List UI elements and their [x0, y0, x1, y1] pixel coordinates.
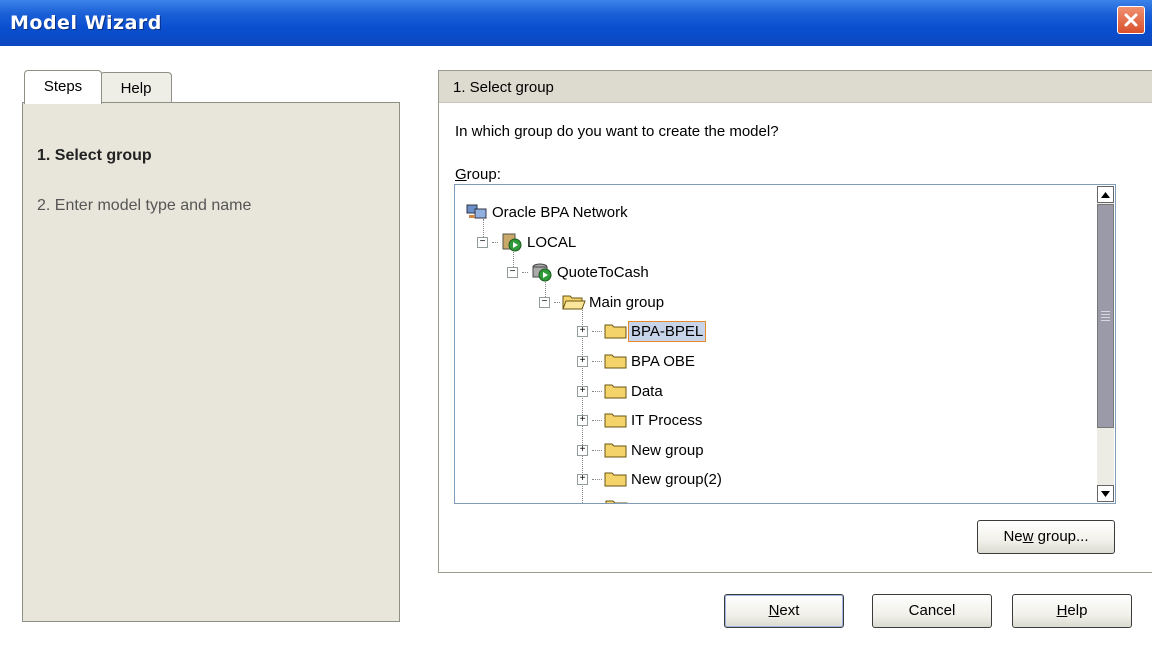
- arrow-down-icon: [1101, 490, 1110, 497]
- cancel-button[interactable]: Cancel: [872, 594, 992, 628]
- tree-node-bpa-obe[interactable]: + BPA OBE: [577, 348, 695, 374]
- tab-steps-label: Steps: [43, 78, 83, 95]
- tree-scrollbar[interactable]: [1097, 186, 1114, 502]
- tree-node-label: Main group: [589, 293, 665, 311]
- tree-node-label: LOCAL: [527, 233, 577, 251]
- tree-node-new-group-2[interactable]: + New group(2): [577, 466, 722, 492]
- tree-node-label: BPA-BPEL: [628, 320, 707, 342]
- folder-icon: [604, 440, 628, 460]
- tree-node-label: QuoteToCash: [557, 263, 649, 281]
- step-select-group: 1. Select group: [37, 147, 152, 164]
- folder-icon: [604, 381, 628, 401]
- expand-icon[interactable]: +: [577, 355, 588, 367]
- question-text: In which group do you want to create the…: [455, 123, 779, 140]
- tree-node-label: Data: [631, 382, 663, 400]
- tree-node-label: BPA OBE: [631, 352, 695, 370]
- scroll-up-button[interactable]: [1097, 186, 1114, 203]
- tree-node-quotetocash[interactable]: − QuoteToCash: [507, 259, 649, 285]
- expand-icon[interactable]: +: [577, 414, 588, 426]
- title-bar: Model Wizard: [0, 0, 1152, 46]
- close-icon: [1124, 13, 1138, 27]
- tab-help[interactable]: Help: [100, 72, 172, 103]
- folder-icon: [604, 321, 628, 341]
- main-header-title: 1. Select group: [453, 79, 554, 96]
- open-folder-icon: [562, 292, 586, 312]
- scroll-down-button[interactable]: [1097, 485, 1114, 502]
- tree-node-label: New group: [631, 441, 704, 459]
- scroll-thumb[interactable]: [1097, 204, 1114, 428]
- main-header: 1. Select group: [439, 71, 1152, 103]
- folder-icon: [604, 410, 628, 430]
- group-label: Group:: [455, 166, 501, 183]
- folder-icon: [604, 351, 628, 371]
- arrow-up-icon: [1101, 191, 1110, 198]
- help-button[interactable]: Help: [1012, 594, 1132, 628]
- tree-node-network[interactable]: Oracle BPA Network: [465, 199, 628, 225]
- tree-node-it-process[interactable]: + IT Process: [577, 407, 702, 433]
- steps-panel: 1. Select group 2. Enter model type and …: [22, 102, 400, 622]
- next-button[interactable]: Next: [724, 594, 844, 628]
- expand-icon[interactable]: +: [577, 444, 588, 456]
- tree-node-new-group[interactable]: + New group: [577, 437, 704, 463]
- tree-node-label: IT Process: [631, 411, 703, 429]
- tree-node-data[interactable]: + Data: [577, 378, 663, 404]
- tab-help-label: Help: [120, 80, 152, 97]
- step-enter-model-type: 2. Enter model type and name: [37, 197, 252, 214]
- collapse-icon[interactable]: −: [539, 296, 550, 308]
- group-tree[interactable]: Oracle BPA Network − LOCAL − QuoteToCash…: [454, 184, 1116, 504]
- tree-node-local[interactable]: − LOCAL: [477, 229, 576, 255]
- expand-icon[interactable]: +: [577, 385, 588, 397]
- tree-node-label: New group(2): [631, 470, 722, 488]
- folder-icon: [604, 469, 628, 489]
- tree-node-bpa-bpel[interactable]: + BPA-BPEL: [577, 318, 707, 344]
- tree-node-main-group[interactable]: − Main group: [539, 289, 664, 315]
- database-icon: [530, 262, 554, 282]
- tab-steps[interactable]: Steps: [24, 70, 102, 104]
- expand-icon[interactable]: +: [577, 473, 588, 485]
- close-button[interactable]: [1117, 6, 1145, 34]
- collapse-icon[interactable]: −: [477, 236, 488, 248]
- tree-node-label: Oracle BPA Network: [492, 203, 628, 221]
- network-icon: [465, 202, 489, 222]
- expand-icon[interactable]: +: [577, 325, 588, 337]
- folder-icon: [605, 496, 629, 503]
- server-icon: [500, 232, 524, 252]
- new-group-button[interactable]: New group...: [977, 520, 1115, 554]
- collapse-icon[interactable]: −: [507, 266, 518, 278]
- window-title: Model Wizard: [10, 12, 162, 34]
